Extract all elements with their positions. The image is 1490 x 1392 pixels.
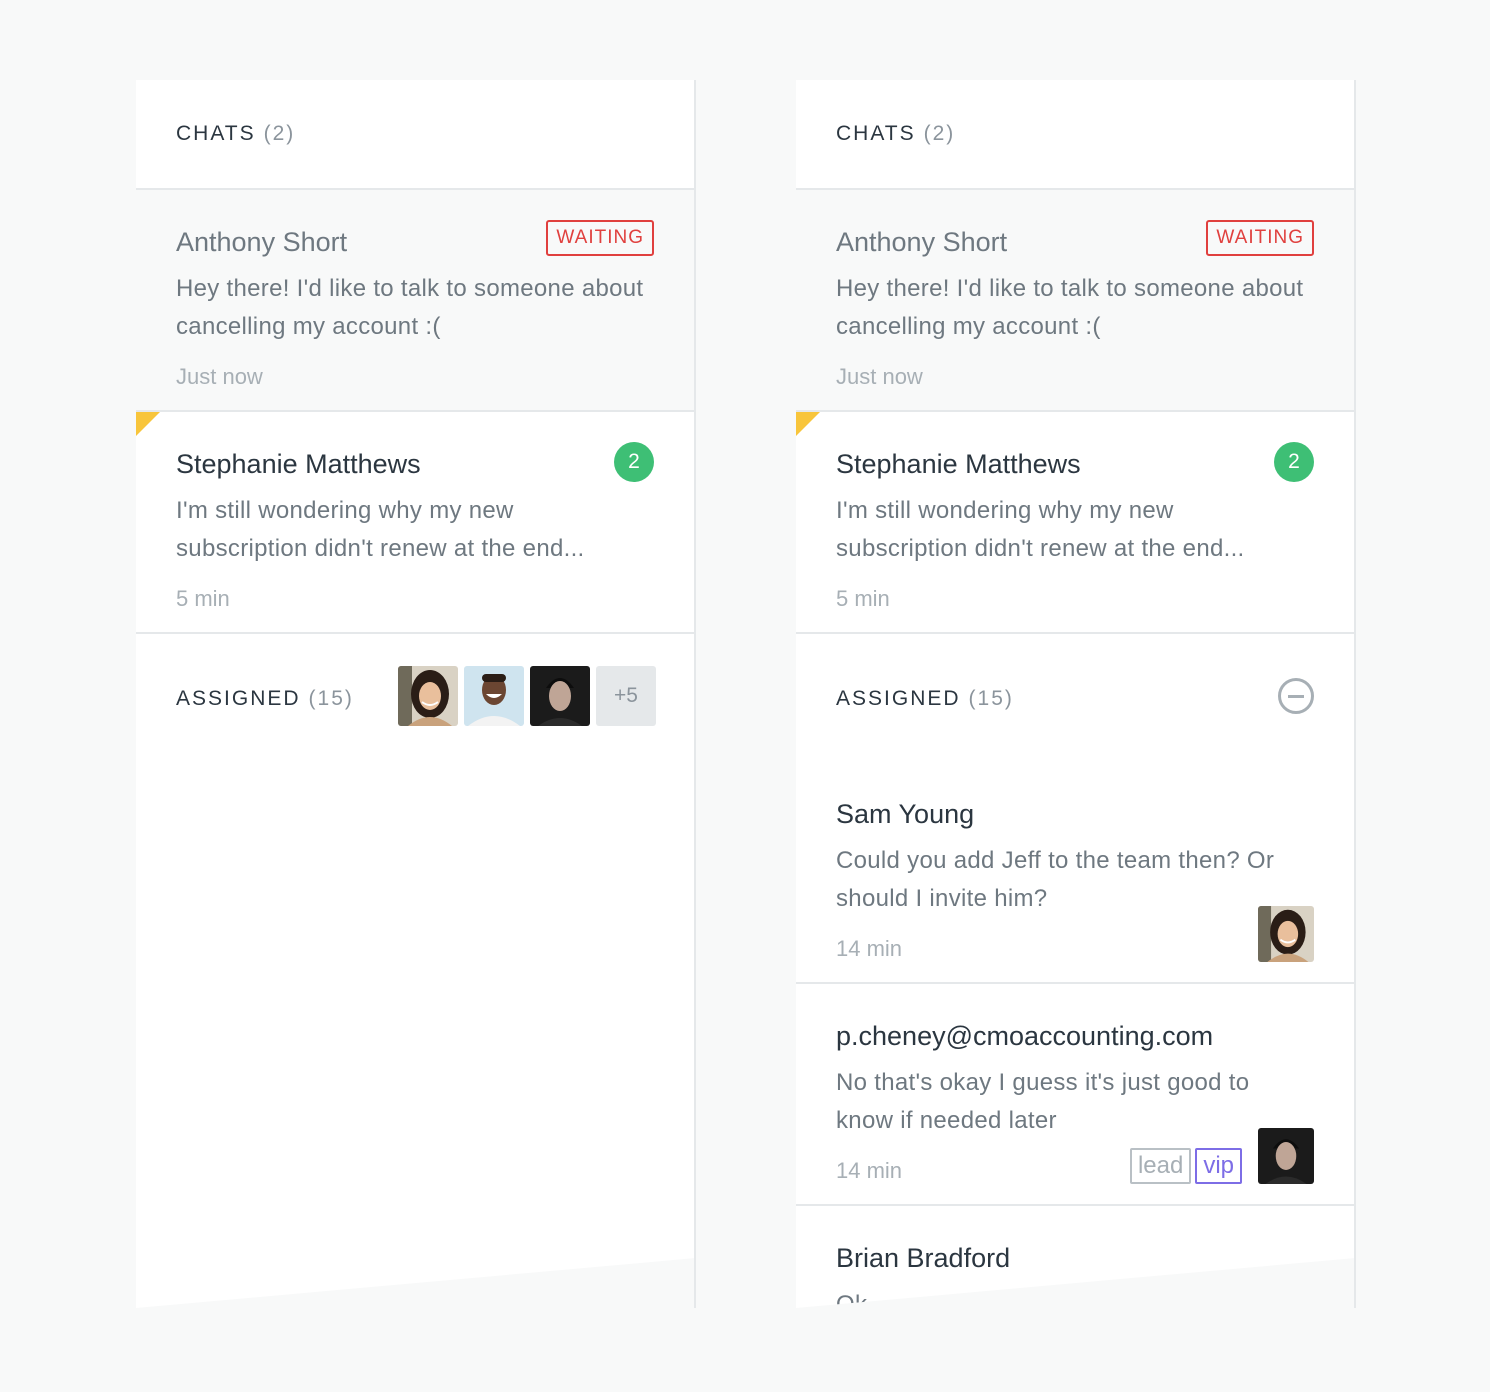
chats-count: (2): [923, 122, 956, 145]
chat-timestamp: 5 min: [836, 586, 890, 611]
assigned-title: ASSIGNED: [176, 687, 301, 710]
chat-message-preview: I'm still wondering why my new subscript…: [176, 497, 585, 562]
chat-timestamp: Just now: [176, 364, 263, 389]
more-avatars-count[interactable]: +5: [596, 666, 656, 726]
status-badge-waiting: WAITING: [546, 220, 654, 256]
chat-contact-name: Stephanie Matthews: [176, 449, 421, 479]
assigned-section-header[interactable]: ASSIGNED (15): [796, 634, 1354, 764]
chat-timestamp: Just now: [836, 364, 923, 389]
chat-timestamp: 14 min: [836, 936, 903, 961]
tag-vip[interactable]: vip: [1195, 1148, 1242, 1184]
chat-message-preview: I'm still wondering why my new subscript…: [836, 497, 1245, 562]
assigned-count: (15): [968, 687, 1014, 710]
tag-lead[interactable]: lead: [1129, 1148, 1192, 1184]
assigned-chat-item[interactable]: Sam Young Could you add Jeff to the team…: [796, 764, 1354, 984]
avatar: [1258, 1128, 1314, 1184]
avatar[interactable]: [530, 666, 590, 726]
chat-timestamp: 14 min: [836, 1158, 903, 1183]
chats-title: CHATS: [176, 122, 256, 145]
assigned-chat-item[interactable]: p.cheney@cmoaccounting.com No that's oka…: [796, 984, 1354, 1206]
assigned-count: (15): [308, 687, 354, 710]
tag-list: lead vip: [1129, 1148, 1242, 1184]
unread-count-badge: 2: [614, 442, 654, 482]
chat-contact-name: Stephanie Matthews: [836, 449, 1081, 479]
chat-message-preview: Hey there! I'd like to talk to someone a…: [176, 275, 644, 340]
avatar[interactable]: [398, 666, 458, 726]
chat-panel-right: CHATS (2) Anthony Short WAITING Hey ther…: [796, 80, 1356, 1308]
chat-message-preview: Could you add Jeff to the team then? Or …: [836, 847, 1275, 912]
flag-corner-icon: [796, 412, 820, 436]
collapse-minus-icon[interactable]: [1278, 678, 1314, 714]
assigned-section-header[interactable]: ASSIGNED (15) +5: [136, 634, 694, 764]
chat-item[interactable]: Stephanie Matthews 2 I'm still wondering…: [796, 412, 1354, 634]
assigned-title: ASSIGNED: [836, 687, 961, 710]
chat-message-preview: Hey there! I'd like to talk to someone a…: [836, 275, 1304, 340]
chat-contact-name: p.cheney@cmoaccounting.com: [836, 1021, 1214, 1051]
status-badge-waiting: WAITING: [1206, 220, 1314, 256]
chat-message-preview: No that's okay I guess it's just good to…: [836, 1069, 1250, 1134]
chat-item[interactable]: Anthony Short WAITING Hey there! I'd lik…: [136, 190, 694, 412]
chat-item[interactable]: Stephanie Matthews 2 I'm still wondering…: [136, 412, 694, 634]
panel-bottom-cut: [136, 1258, 694, 1308]
chat-item[interactable]: Anthony Short WAITING Hey there! I'd lik…: [796, 190, 1354, 412]
panel-bottom-cut: [796, 1258, 1354, 1308]
avatar[interactable]: [464, 666, 524, 726]
chat-timestamp: 5 min: [176, 586, 230, 611]
chat-contact-name: Sam Young: [836, 799, 975, 829]
assigned-avatars: +5: [398, 666, 656, 726]
chats-title: CHATS: [836, 122, 916, 145]
chats-section-header[interactable]: CHATS (2): [136, 80, 694, 190]
chat-panel-left: CHATS (2) Anthony Short WAITING Hey ther…: [136, 80, 696, 1308]
chats-count: (2): [263, 122, 296, 145]
unread-count-badge: 2: [1274, 442, 1314, 482]
avatar: [1258, 906, 1314, 962]
chats-section-header[interactable]: CHATS (2): [796, 80, 1354, 190]
flag-corner-icon: [136, 412, 160, 436]
